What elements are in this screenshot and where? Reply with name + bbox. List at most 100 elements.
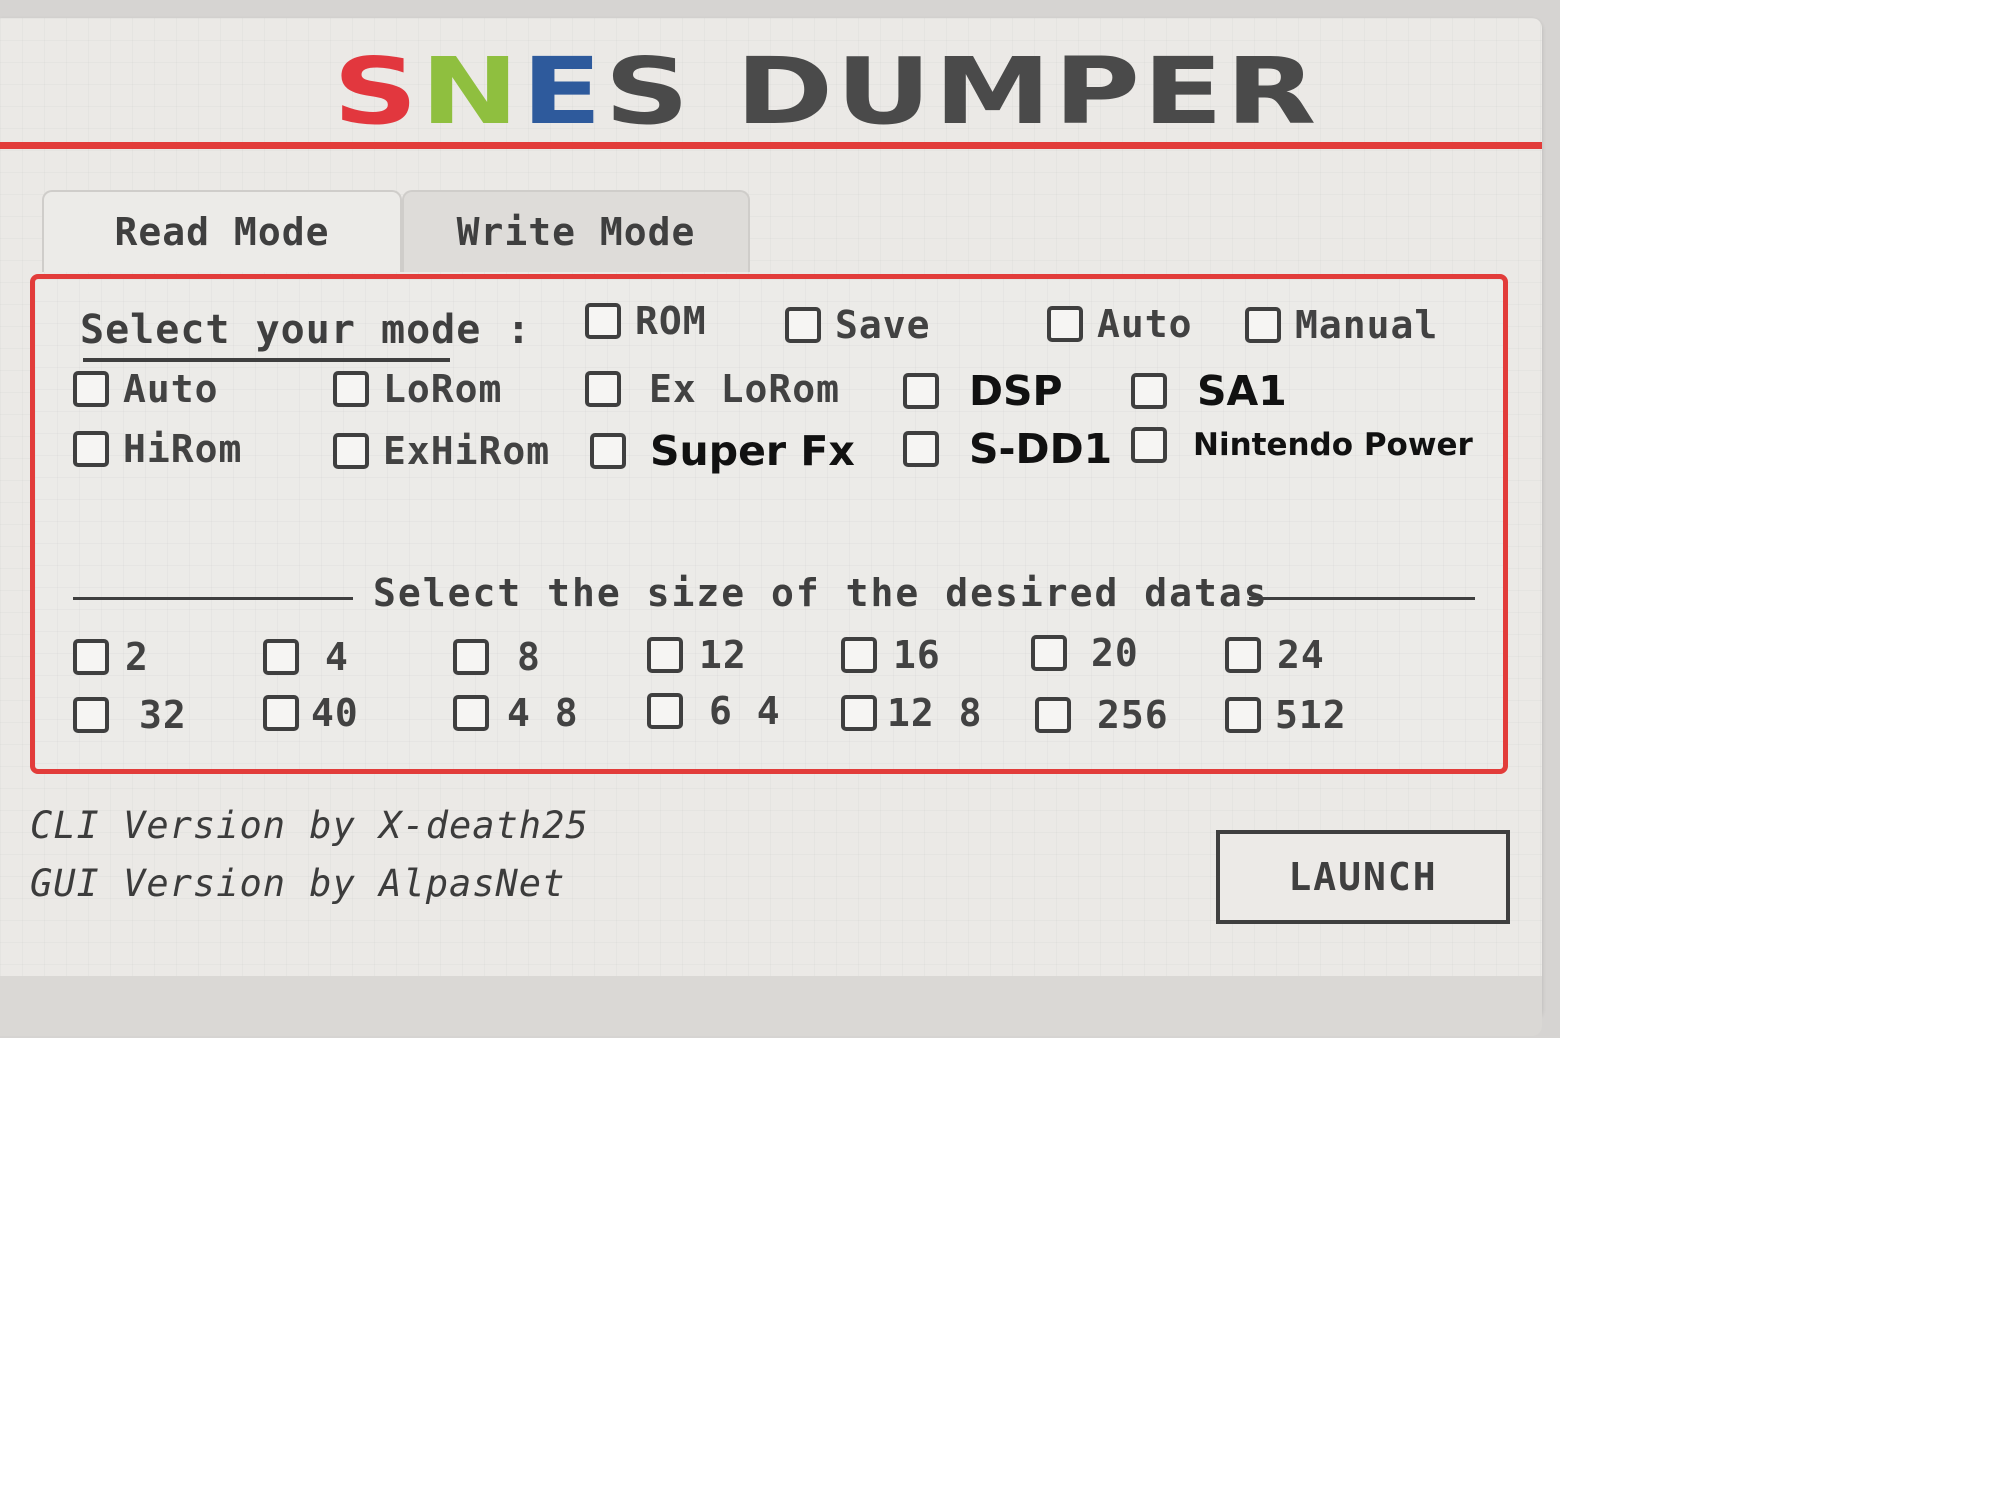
size-option-48[interactable]: 4 8 — [453, 691, 579, 735]
size-option-16[interactable]: 16 — [841, 633, 941, 677]
size-label: 24 — [1277, 633, 1325, 677]
size-label: 16 — [893, 633, 941, 677]
save-checkbox[interactable] — [785, 307, 821, 343]
size-option-24[interactable]: 24 — [1225, 633, 1325, 677]
lorom-checkbox[interactable] — [333, 371, 369, 407]
size-rule-left — [73, 597, 353, 600]
size-checkbox[interactable] — [1031, 635, 1067, 671]
nintendo-power-checkbox[interactable] — [1131, 427, 1167, 463]
app-header: SNES DUMPER — [0, 18, 1542, 149]
logo-letter — [692, 46, 736, 138]
size-option-12[interactable]: 12 — [647, 633, 747, 677]
size-label: 2 — [125, 635, 149, 679]
option-label: Auto — [123, 367, 219, 411]
logo-letter: E — [521, 38, 605, 145]
logo-letter: R — [1225, 38, 1319, 145]
size-checkbox[interactable] — [647, 693, 683, 729]
size-label: 12 8 — [887, 691, 983, 735]
rom-checkbox[interactable] — [585, 303, 621, 339]
size-checkbox[interactable] — [453, 639, 489, 675]
size-label: 12 — [699, 633, 747, 677]
mapping-option-hirom[interactable]: HiRom — [73, 427, 242, 471]
mapping-option-exlorom[interactable]: Ex LoRom — [585, 367, 840, 411]
mode-option-rom[interactable]: ROM — [585, 299, 707, 343]
auto-mode-checkbox[interactable] — [1047, 306, 1083, 342]
size-option-40[interactable]: 40 — [263, 691, 359, 735]
option-label: ExHiRom — [383, 429, 551, 473]
size-checkbox[interactable] — [647, 637, 683, 673]
size-option-32[interactable]: 32 — [73, 693, 187, 737]
launch-button[interactable]: LAUNCH — [1216, 830, 1510, 924]
mode-option-auto[interactable]: Auto — [1047, 302, 1193, 346]
app-window: SNES DUMPER Read Mode Write Mode Select … — [0, 0, 1560, 1038]
size-checkbox[interactable] — [1035, 697, 1071, 733]
logo-letter: P — [1053, 38, 1143, 145]
mapping-option-superfx[interactable]: Super Fx — [590, 427, 855, 475]
size-option-64[interactable]: 6 4 — [647, 689, 781, 733]
logo-letter: U — [835, 38, 934, 145]
sa1-checkbox[interactable] — [1131, 373, 1167, 409]
size-section-header: Select the size of the desired datas — [73, 571, 1475, 621]
mapping-auto-checkbox[interactable] — [73, 371, 109, 407]
app-logo: SNES DUMPER — [333, 46, 1319, 138]
superfx-checkbox[interactable] — [590, 433, 626, 469]
mode-option-manual[interactable]: Manual — [1245, 303, 1438, 347]
exhirom-checkbox[interactable] — [333, 433, 369, 469]
bottom-status-strip — [0, 976, 1542, 1036]
logo-letter: M — [933, 38, 1054, 145]
option-label: Ex LoRom — [649, 367, 841, 411]
size-option-20[interactable]: 20 — [1031, 631, 1139, 675]
option-label: SA1 — [1197, 367, 1287, 415]
size-checkbox[interactable] — [73, 697, 109, 733]
logo-letter: S — [333, 38, 421, 145]
dsp-checkbox[interactable] — [903, 373, 939, 409]
mapping-option-dsp[interactable]: DSP — [903, 367, 1063, 415]
size-option-8[interactable]: 8 — [453, 635, 541, 679]
tab-read-mode[interactable]: Read Mode — [42, 190, 402, 272]
mode-option-save[interactable]: Save — [785, 303, 931, 347]
size-checkbox[interactable] — [841, 637, 877, 673]
size-label: 20 — [1091, 631, 1139, 675]
option-label: Auto — [1097, 302, 1193, 346]
size-label: 512 — [1275, 693, 1347, 737]
hirom-checkbox[interactable] — [73, 431, 109, 467]
size-checkbox[interactable] — [841, 695, 877, 731]
mapping-option-nintendo-power[interactable]: Nintendo Power — [1131, 427, 1473, 463]
size-checkbox[interactable] — [263, 639, 299, 675]
mapping-option-sa1[interactable]: SA1 — [1131, 367, 1287, 415]
tab-write-mode[interactable]: Write Mode — [402, 190, 750, 272]
size-label: 6 4 — [709, 689, 781, 733]
size-rule-right — [1249, 597, 1475, 600]
app-panel: SNES DUMPER Read Mode Write Mode Select … — [0, 18, 1542, 1036]
logo-letter: E — [1142, 38, 1226, 145]
mode-select-label: Select your mode : — [80, 307, 532, 353]
option-label: HiRom — [123, 427, 243, 471]
mapping-option-auto[interactable]: Auto — [73, 367, 219, 411]
logo-letter: N — [420, 38, 522, 145]
mapping-option-lorom[interactable]: LoRom — [333, 367, 502, 411]
option-label: S-DD1 — [969, 425, 1113, 473]
sdd1-checkbox[interactable] — [903, 431, 939, 467]
size-option-128[interactable]: 12 8 — [841, 691, 983, 735]
option-label: Save — [835, 303, 931, 347]
size-checkbox[interactable] — [73, 639, 109, 675]
size-option-256[interactable]: 256 — [1035, 693, 1169, 737]
option-label: Manual — [1295, 303, 1439, 347]
size-checkbox[interactable] — [1225, 637, 1261, 673]
option-label: LoRom — [383, 367, 503, 411]
size-option-2[interactable]: 2 — [73, 635, 149, 679]
size-checkbox[interactable] — [263, 695, 299, 731]
size-label: 4 — [325, 635, 349, 679]
header-divider — [0, 142, 1542, 149]
option-label: DSP — [969, 367, 1063, 415]
size-option-4[interactable]: 4 — [263, 635, 349, 679]
mode-label-underline — [83, 358, 450, 362]
size-option-512[interactable]: 512 — [1225, 693, 1347, 737]
size-checkbox[interactable] — [453, 695, 489, 731]
mapping-option-sdd1[interactable]: S-DD1 — [903, 425, 1112, 473]
manual-checkbox[interactable] — [1245, 307, 1281, 343]
mapping-option-exhirom[interactable]: ExHiRom — [333, 429, 550, 473]
size-checkbox[interactable] — [1225, 697, 1261, 733]
size-label: 40 — [311, 691, 359, 735]
exlorom-checkbox[interactable] — [585, 371, 621, 407]
